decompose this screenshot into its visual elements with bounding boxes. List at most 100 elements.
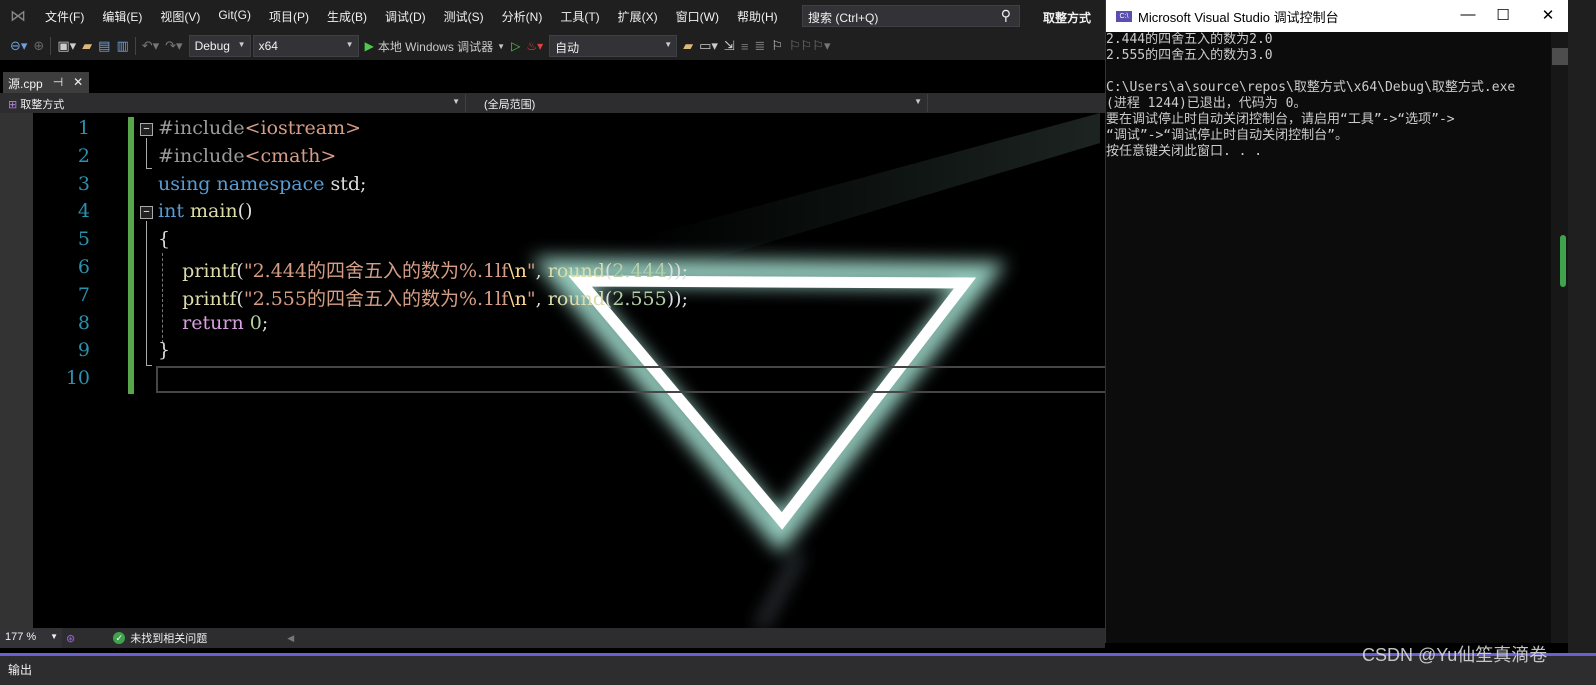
menu-item[interactable]: 生成(B) (318, 8, 376, 25)
code-token: #include (158, 117, 245, 139)
close-button[interactable]: ✕ (1533, 6, 1563, 24)
menu-item[interactable]: 扩展(X) (609, 8, 667, 25)
play-icon: ▶ (364, 39, 374, 53)
platform-value: x64 (258, 39, 278, 53)
code-line: #include<cmath> (158, 145, 336, 167)
scroll-left-icon[interactable]: ◀ (287, 633, 294, 644)
code-token: \n (508, 287, 527, 310)
menu-item[interactable]: 工具(T) (551, 8, 608, 25)
scope-value: (全局范围) (484, 99, 536, 111)
code-token: 2.444 (612, 260, 667, 282)
scroll-thumb[interactable] (1560, 235, 1566, 287)
redo-icon[interactable]: ↷▾ (165, 38, 182, 54)
console-line: (进程 1244)已退出，代码为 0。 (1106, 96, 1307, 111)
line-number: 4 (77, 200, 90, 223)
close-icon[interactable]: ✕ (73, 75, 83, 90)
scope-dropdown[interactable]: (全局范围) ▼ (480, 94, 928, 112)
line-number: 1 (77, 117, 90, 139)
indent-icon[interactable]: ≡ (741, 39, 749, 54)
open-folder-icon[interactable]: ▰ (82, 38, 92, 54)
code-line: } (158, 339, 170, 361)
tab-source-cpp[interactable]: 源.cpp ⊣ ✕ (3, 72, 89, 93)
code-token: "2.444的四舍五入的数为%.1lf (243, 260, 509, 282)
menu-item[interactable]: 测试(S) (435, 8, 493, 25)
issues-text: 未找到相关问题 (130, 633, 208, 645)
maximize-button[interactable]: ☐ (1488, 6, 1518, 24)
debug-console-window[interactable]: C:\ Microsoft Visual Studio 调试控制台 — ☐ ✕ … (1105, 0, 1569, 643)
run-label: 本地 Windows 调试器 (377, 39, 494, 54)
code-token: "2.555的四舍五入的数为%.1lf (243, 287, 509, 310)
menu-item[interactable]: Git(G) (209, 8, 260, 25)
editor-status-bar: 177 % ▼ ⊛ ✓ 未找到相关问题 ◀ (0, 628, 1105, 648)
start-debug-button[interactable]: ▶ 本地 Windows 调试器 ▼ (365, 38, 506, 55)
start-without-debug-icon[interactable]: ▷ (511, 39, 520, 53)
console-output: 2.444的四舍五入的数为2.0 2.555的四舍五入的数为3.0 C:\Users… (1106, 32, 1551, 160)
browse-icon[interactable]: ▰ (683, 38, 693, 54)
code-token: round (547, 287, 605, 310)
editor-scrollbar[interactable] (1560, 0, 1596, 653)
code-token: " (526, 287, 536, 310)
menu-item[interactable]: 帮助(H) (728, 8, 787, 25)
zoom-value: 177 % (5, 631, 37, 643)
tab-strip (0, 72, 1105, 93)
code-token: ( (236, 287, 244, 310)
comment-icon[interactable]: ≣ (754, 38, 765, 54)
code-token: return (182, 311, 244, 334)
fold-toggle-icon[interactable]: − (140, 123, 153, 136)
menu-item[interactable]: 调试(D) (376, 8, 435, 25)
layout-icon[interactable]: ▭▾ (699, 38, 718, 54)
check-icon: ✓ (113, 632, 126, 644)
separator (50, 37, 52, 55)
navigation-bar: ⊞ 取整方式 ▼ (全局范围) ▼ (0, 93, 1105, 113)
minimize-button[interactable]: — (1453, 6, 1483, 23)
config-dropdown[interactable]: Debug ▼ (188, 35, 251, 57)
code-token: std; (324, 172, 367, 195)
project-dropdown[interactable]: ⊞ 取整方式 ▼ (4, 94, 466, 112)
code-token: , (535, 260, 548, 282)
code-token: ( (236, 260, 244, 282)
code-token: main (190, 200, 238, 223)
console-line: 2.555的四舍五入的数为3.0 (1106, 48, 1273, 63)
save-icon[interactable]: ▤ (98, 38, 110, 54)
pin-icon[interactable]: ⊣ (53, 75, 63, 90)
search-placeholder: 搜索 (Ctrl+Q) (808, 11, 879, 25)
stack-frame-dropdown[interactable]: 自动 ▼ (549, 35, 678, 57)
menu-item[interactable]: 项目(P) (260, 8, 318, 25)
bookmark-prev-icon[interactable]: ⚐⚐⚐▾ (789, 38, 831, 54)
platform-dropdown[interactable]: x64 ▼ (252, 35, 359, 57)
menu-item[interactable]: 窗口(W) (667, 8, 728, 25)
console-app-icon: C:\ (1116, 10, 1132, 22)
back-icon[interactable]: ⊖▾ (10, 38, 27, 54)
fold-toggle-icon[interactable]: − (140, 206, 153, 219)
copilot-icon[interactable]: ⊛ (66, 632, 75, 645)
forward-icon[interactable]: ⊕ (33, 38, 44, 54)
menu-item[interactable]: 编辑(E) (93, 8, 151, 25)
zoom-dropdown[interactable]: 177 % ▼ (0, 628, 62, 648)
code-line: { (158, 228, 170, 250)
menu-item[interactable]: 视图(V) (151, 8, 209, 25)
search-input[interactable]: 搜索 (Ctrl+Q) ⚲ (802, 5, 1020, 27)
console-line: C:\Users\a\source\repos\取整方式\x64\Debug\取… (1106, 80, 1516, 95)
code-token: int (158, 200, 184, 223)
console-scrollbar[interactable]: ▲ (1551, 32, 1569, 643)
step-icon[interactable]: ⇲ (724, 38, 735, 54)
output-panel-header[interactable]: 输出 (0, 653, 1596, 685)
undo-icon[interactable]: ↶▾ (142, 38, 159, 54)
line-number: 2 (77, 144, 90, 167)
code-token: )); (666, 260, 688, 282)
hot-reload-icon[interactable]: ♨▾ (526, 39, 543, 53)
menu-item[interactable]: 文件(F) (36, 8, 93, 25)
code-editor[interactable]: − − 1 #include<iostream> 2 #include<cmath> 3… (0, 113, 1105, 628)
menu-item[interactable]: 分析(N) (493, 8, 552, 25)
console-title-bar[interactable]: C:\ Microsoft Visual Studio 调试控制台 — ☐ ✕ (1106, 0, 1569, 32)
code-token: ; (261, 311, 269, 334)
issues-indicator[interactable]: ✓ 未找到相关问题 (113, 630, 207, 646)
new-project-icon[interactable]: ▣▾ (57, 38, 76, 54)
output-label: 输出 (8, 663, 33, 677)
save-all-icon[interactable]: ▥ (116, 38, 128, 54)
line-number: 8 (77, 311, 90, 334)
scroll-thumb[interactable] (1552, 48, 1568, 65)
bookmark-icon[interactable]: ⚐ (771, 38, 783, 54)
